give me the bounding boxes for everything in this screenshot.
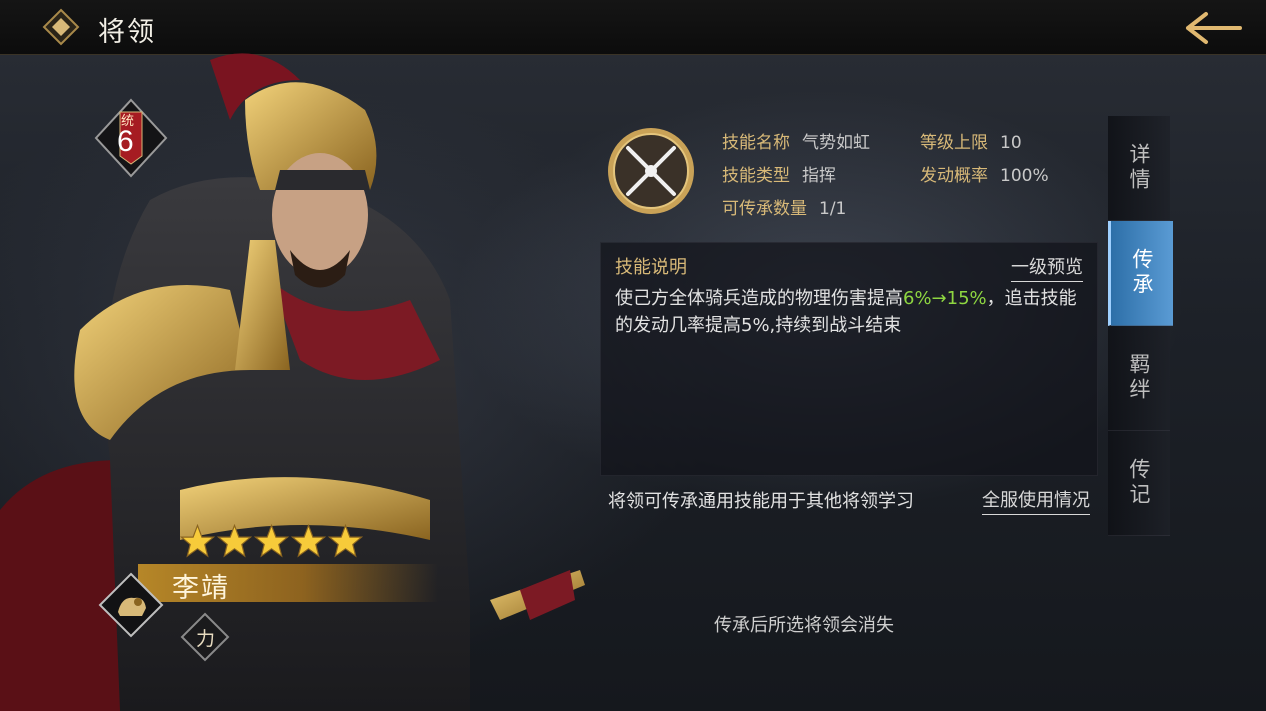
skill-type-value: 指挥 [802,166,836,186]
skill-name-value: 气势如虹 [802,133,870,153]
tab-biography[interactable]: 传记 [1108,431,1170,536]
skill-name-row: 技能名称 气势如虹 [722,128,870,153]
attribute-text: 力 [196,628,216,650]
lion-icon [98,572,164,638]
star-rating [180,524,363,559]
hero-name: 李靖 [172,573,230,604]
back-arrow-icon[interactable] [1182,8,1246,48]
inherit-count-label: 可传承数量 [722,199,807,219]
server-usage-link[interactable]: 全服使用情况 [982,486,1090,515]
tab-bonds[interactable]: 羁绊 [1108,326,1170,431]
description-title: 技能说明 [615,257,687,278]
crossed-blades-icon [608,128,694,214]
description-text-before: 使己方全体骑兵造成的物理伤害提高 [615,288,903,309]
inherit-count-row: 可传承数量 1/1 [722,194,846,219]
tab-inherit[interactable]: 传承 [1108,221,1173,326]
tab-details[interactable]: 详情 [1108,116,1170,221]
star-icon [217,524,252,558]
trigger-rate-label: 发动概率 [920,166,988,186]
tab-details-label: 详情 [1127,143,1151,193]
level-cap-label: 等级上限 [920,133,988,153]
hero-portrait [0,53,585,711]
inherit-count-value: 1/1 [819,199,847,219]
star-icon [291,524,326,558]
trigger-rate-value: 100% [1000,166,1049,186]
trigger-rate-row: 发动概率 100% [920,161,1049,186]
star-icon [180,524,215,558]
description-text: 使己方全体骑兵造成的物理伤害提高6%→15%，追击技能的发动几率提高5%,持续到… [615,285,1085,339]
skill-description-panel: 技能说明 一级预览 使己方全体骑兵造成的物理伤害提高6%→15%，追击技能的发动… [600,242,1098,476]
skill-type-row: 技能类型 指挥 [722,161,836,186]
rank-value: 6 [117,125,134,158]
bottom-note: 传承后所选将领会消失 [714,615,894,636]
skill-type-label: 技能类型 [722,166,790,186]
level-one-preview-link[interactable]: 一级预览 [1011,253,1083,282]
tab-inherit-label: 传承 [1130,248,1154,298]
level-cap-row: 等级上限 10 [920,128,1022,153]
level-cap-value: 10 [1000,133,1022,153]
description-highlight: 6%→15% [903,288,987,309]
tab-bonds-label: 羁绊 [1127,353,1151,403]
skill-name-label: 技能名称 [722,133,790,153]
star-icon [328,524,363,558]
inherit-note: 将领可传承通用技能用于其他将领学习 [608,491,914,512]
tab-biography-label: 传记 [1127,458,1151,508]
side-tab-bar: 详情 传承 羁绊 传记 [1108,116,1173,536]
star-icon [254,524,289,558]
